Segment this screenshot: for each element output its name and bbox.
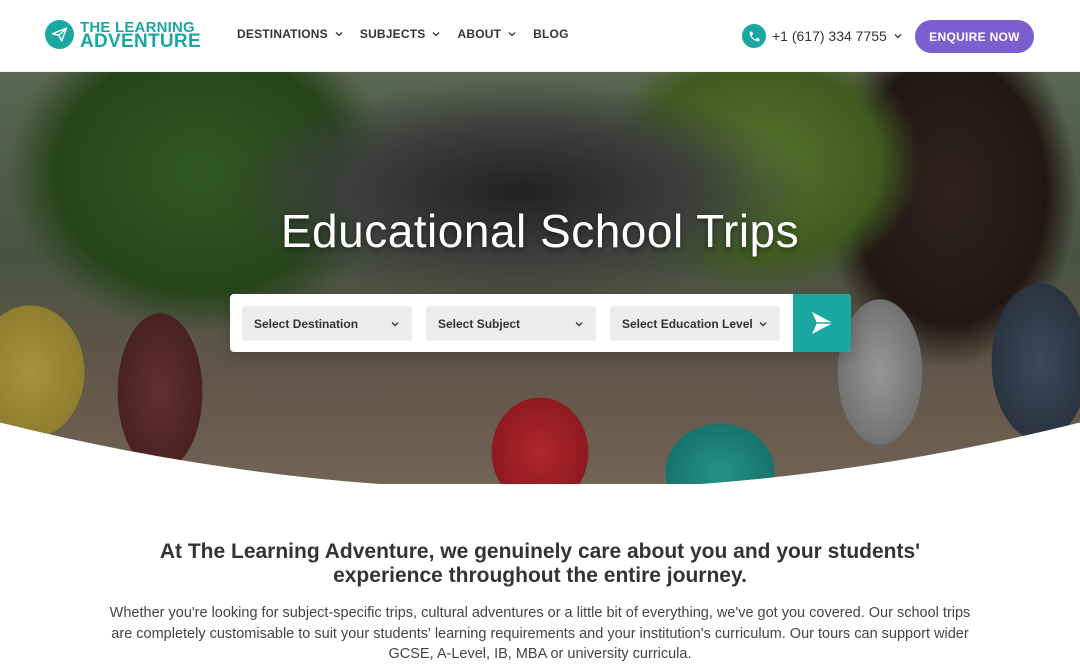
chevron-down-icon	[759, 321, 767, 326]
trip-search-bar: Select Destination Select Subject Select…	[230, 294, 851, 352]
hero-title: Educational School Trips	[280, 205, 800, 257]
subject-select-label: Select Subject	[438, 316, 521, 331]
intro-body: Whether you're looking for subject-speci…	[109, 605, 971, 662]
phone-icon	[742, 24, 766, 48]
education-level-select[interactable]: Select Education Level	[610, 306, 780, 341]
subject-select[interactable]: Select Subject	[426, 306, 596, 341]
nav-item-label: ABOUT	[457, 27, 502, 41]
search-submit-button[interactable]	[793, 294, 851, 352]
hero-section: Educational School Trips Select Destinat…	[0, 72, 1080, 484]
chevron-down-icon	[894, 34, 902, 39]
phone-number: +1 (617) 334 7755	[772, 28, 887, 44]
chevron-down-icon	[391, 321, 399, 326]
chevron-down-icon	[508, 32, 516, 37]
logo-line2: ADVENTURE	[80, 30, 201, 52]
nav-item-label: SUBJECTS	[359, 27, 426, 41]
nav-item-blog[interactable]: BLOG	[533, 27, 568, 41]
logo[interactable]: THE LEARNING ADVENTURE	[45, 20, 201, 52]
nav-item-label: BLOG	[533, 27, 569, 41]
nav-item-destinations[interactable]: DESTINATIONS	[237, 27, 344, 41]
chevron-down-icon	[575, 321, 583, 326]
main-nav: DESTINATIONS SUBJECTS ABOUT BLOG	[237, 27, 569, 41]
nav-item-label: DESTINATIONS	[237, 27, 328, 41]
destination-select[interactable]: Select Destination	[242, 306, 412, 341]
chevron-down-icon	[433, 32, 440, 37]
phone-contact[interactable]: +1 (617) 334 7755	[742, 24, 903, 48]
arrow-right-icon	[812, 312, 833, 334]
hero-bottom-curve	[0, 422, 1080, 484]
destination-select-label: Select Destination	[254, 316, 359, 331]
site-header: THE LEARNING ADVENTURE DESTINATIONS SUBJ…	[0, 0, 1080, 72]
paper-plane-icon	[45, 20, 74, 49]
education-level-select-label: Select Education Level	[622, 316, 753, 331]
chevron-down-icon	[335, 32, 343, 37]
intro-title: At The Learning Adventure, we genuinely …	[159, 540, 921, 587]
enquire-now-button[interactable]: ENQUIRE NOW	[915, 20, 1034, 53]
logo-text: THE LEARNING ADVENTURE	[80, 20, 201, 52]
nav-item-about[interactable]: ABOUT	[457, 27, 517, 41]
nav-item-subjects[interactable]: SUBJECTS	[360, 27, 442, 41]
